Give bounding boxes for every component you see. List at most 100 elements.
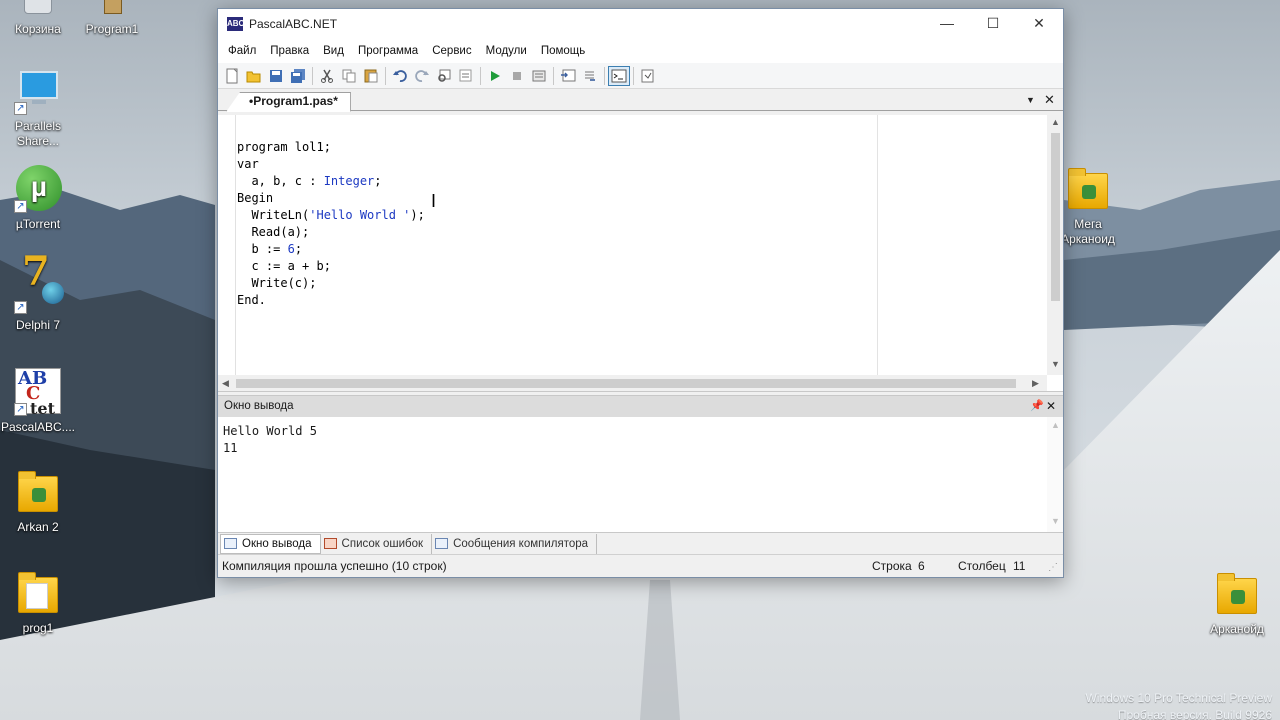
scroll-down-icon[interactable]: ▼ <box>1051 516 1060 526</box>
editor-horizontal-scrollbar[interactable]: ◀ ▶ <box>218 375 1047 391</box>
tab-label: Сообщения компилятора <box>453 537 589 550</box>
code-line: Begin <box>237 191 274 205</box>
output-panel-header: Окно вывода 📌 ✕ <box>218 395 1063 417</box>
row-value: 6 <box>918 559 925 573</box>
title-bar[interactable]: ABC PascalABC.NET — ☐ ✕ <box>218 9 1063 39</box>
window-title: PascalABC.NET <box>249 17 338 31</box>
find-icon[interactable] <box>433 66 455 86</box>
pin-icon[interactable]: 📌 <box>1030 396 1044 417</box>
program1-icon <box>88 0 136 18</box>
desktop-icon-label: prog1 <box>22 621 54 635</box>
recycle-bin-icon <box>14 0 62 18</box>
tab-compiler-messages[interactable]: Сообщения компилятора <box>432 533 598 554</box>
tab-program1[interactable]: •Program1.pas* <box>226 92 351 112</box>
right-margin-line <box>877 115 878 375</box>
desktop-icon-arkan2[interactable]: Arkan 2 <box>0 468 76 535</box>
pascalabc-icon: AB Ctet ↗ <box>14 368 62 417</box>
tab-label: Окно вывода <box>242 537 312 550</box>
desktop-icon-pascalabc[interactable]: AB Ctet ↗ PascalABC.... <box>0 368 76 435</box>
new-file-icon[interactable] <box>221 66 243 86</box>
save-all-icon[interactable] <box>287 66 309 86</box>
scroll-left-icon[interactable]: ◀ <box>222 378 229 389</box>
tab-label: Список ошибок <box>341 537 424 550</box>
desktop-icon-label: Parallels Share... <box>14 119 62 148</box>
menu-modules[interactable]: Модули <box>479 45 534 57</box>
paste-icon[interactable] <box>360 66 382 86</box>
toolbar-separator <box>385 66 386 85</box>
maximize-button[interactable]: ☐ <box>970 9 1016 39</box>
editor-tab-strip: •Program1.pas* ▼ ✕ <box>218 89 1063 112</box>
code-text[interactable]: program lol1; var a, b, c : Integer; Begin… <box>237 122 425 343</box>
compile-icon[interactable] <box>528 66 550 86</box>
debug-step-icon[interactable] <box>557 66 579 86</box>
redo-icon[interactable] <box>411 66 433 86</box>
debug-step-into-icon[interactable] <box>579 66 601 86</box>
status-message: Компиляция прошла успешно (10 строк) <box>222 559 447 573</box>
output-panel-title: Окно вывода <box>224 400 294 412</box>
utorrent-icon: µ ↗ <box>14 165 62 213</box>
output-vertical-scrollbar[interactable]: ▲ ▼ <box>1047 417 1063 532</box>
parallels-share-icon: ↗ <box>14 67 62 115</box>
shortcut-arrow-icon: ↗ <box>14 301 27 314</box>
output-window[interactable]: Hello World 5 11 ▲ ▼ <box>218 417 1063 532</box>
tab-output-window[interactable]: Окно вывода <box>220 533 321 554</box>
menu-edit[interactable]: Правка <box>263 45 316 57</box>
status-bar: Компиляция прошла успешно (10 строк) Стр… <box>218 554 1063 577</box>
menu-help[interactable]: Помощь <box>534 45 592 57</box>
replace-icon[interactable] <box>455 66 477 86</box>
code-line: program lol1; <box>237 140 331 154</box>
scroll-up-icon[interactable]: ▲ <box>1051 117 1060 127</box>
desktop-icon-arkanoid[interactable]: Арканойд <box>1199 570 1275 637</box>
resize-grip-icon[interactable]: ⋰ <box>1048 557 1058 579</box>
open-file-icon[interactable] <box>243 66 265 86</box>
desktop-icon-label: Арканойд <box>1210 622 1264 636</box>
close-tab-icon[interactable]: ✕ <box>1044 92 1055 108</box>
output-text: Hello World 5 11 <box>223 423 317 457</box>
desktop-icon-parallels-share[interactable]: ↗ Parallels Share... <box>0 67 76 149</box>
code-line: c := a + b; <box>237 259 331 273</box>
menu-service[interactable]: Сервис <box>425 45 478 57</box>
shortcut-arrow-icon: ↗ <box>14 200 27 213</box>
toolbar-separator <box>633 66 634 85</box>
tab-error-list[interactable]: Список ошибок <box>321 533 433 554</box>
windows-watermark-line1: Windows 10 Pro Technical Preview <box>1085 691 1272 705</box>
scroll-right-icon[interactable]: ▶ <box>1032 378 1039 389</box>
run-icon[interactable] <box>484 66 506 86</box>
scrollbar-thumb[interactable] <box>1051 133 1060 301</box>
close-button[interactable]: ✕ <box>1016 9 1062 39</box>
stop-icon[interactable] <box>506 66 528 86</box>
desktop-icon-prog1[interactable]: prog1 <box>0 569 76 636</box>
desktop-icon-program1[interactable]: Program1 <box>74 0 150 37</box>
menu-file[interactable]: Файл <box>221 45 263 57</box>
scroll-up-icon[interactable]: ▲ <box>1051 420 1060 430</box>
scrollbar-thumb[interactable] <box>236 379 1016 388</box>
desktop-icon-label: PascalABC.... <box>0 420 76 434</box>
menu-view[interactable]: Вид <box>316 45 351 57</box>
desktop-icon-label: µTorrent <box>15 217 61 231</box>
desktop-icon-delphi7[interactable]: 7 ↗ Delphi 7 <box>0 252 76 333</box>
copy-icon[interactable] <box>338 66 360 86</box>
desktop-icon-utorrent[interactable]: µ ↗ µTorrent <box>0 165 76 232</box>
close-panel-icon[interactable]: ✕ <box>1046 396 1056 417</box>
settings-icon[interactable] <box>637 66 659 86</box>
output-window-icon[interactable] <box>608 65 630 86</box>
minimize-button[interactable]: — <box>924 9 970 39</box>
desktop-icon-label: Delphi 7 <box>15 318 61 332</box>
toolbar-separator <box>604 66 605 85</box>
bottom-tab-strip: Окно вывода Список ошибок Сообщения комп… <box>218 532 1063 554</box>
menu-program[interactable]: Программа <box>351 45 425 57</box>
compiler-messages-icon <box>435 538 449 549</box>
pascalabc-window: ABC PascalABC.NET — ☐ ✕ Файл Правка Вид … <box>217 8 1064 578</box>
save-icon[interactable] <box>265 66 287 86</box>
tab-list-dropdown-icon[interactable]: ▼ <box>1026 95 1035 105</box>
toolbar <box>218 63 1063 89</box>
code-line: a, b, c : Integer; <box>237 174 382 188</box>
cut-icon[interactable] <box>316 66 338 86</box>
code-editor[interactable]: program lol1; var a, b, c : Integer; Begin… <box>218 115 1063 392</box>
desktop-icon-recycle-bin[interactable]: Корзина <box>0 0 76 37</box>
code-line: WriteLn('Hello World '); <box>237 208 425 222</box>
error-list-icon <box>323 538 337 549</box>
scroll-down-icon[interactable]: ▼ <box>1051 359 1060 369</box>
editor-vertical-scrollbar[interactable]: ▲ ▼ <box>1047 115 1063 375</box>
undo-icon[interactable] <box>389 66 411 86</box>
